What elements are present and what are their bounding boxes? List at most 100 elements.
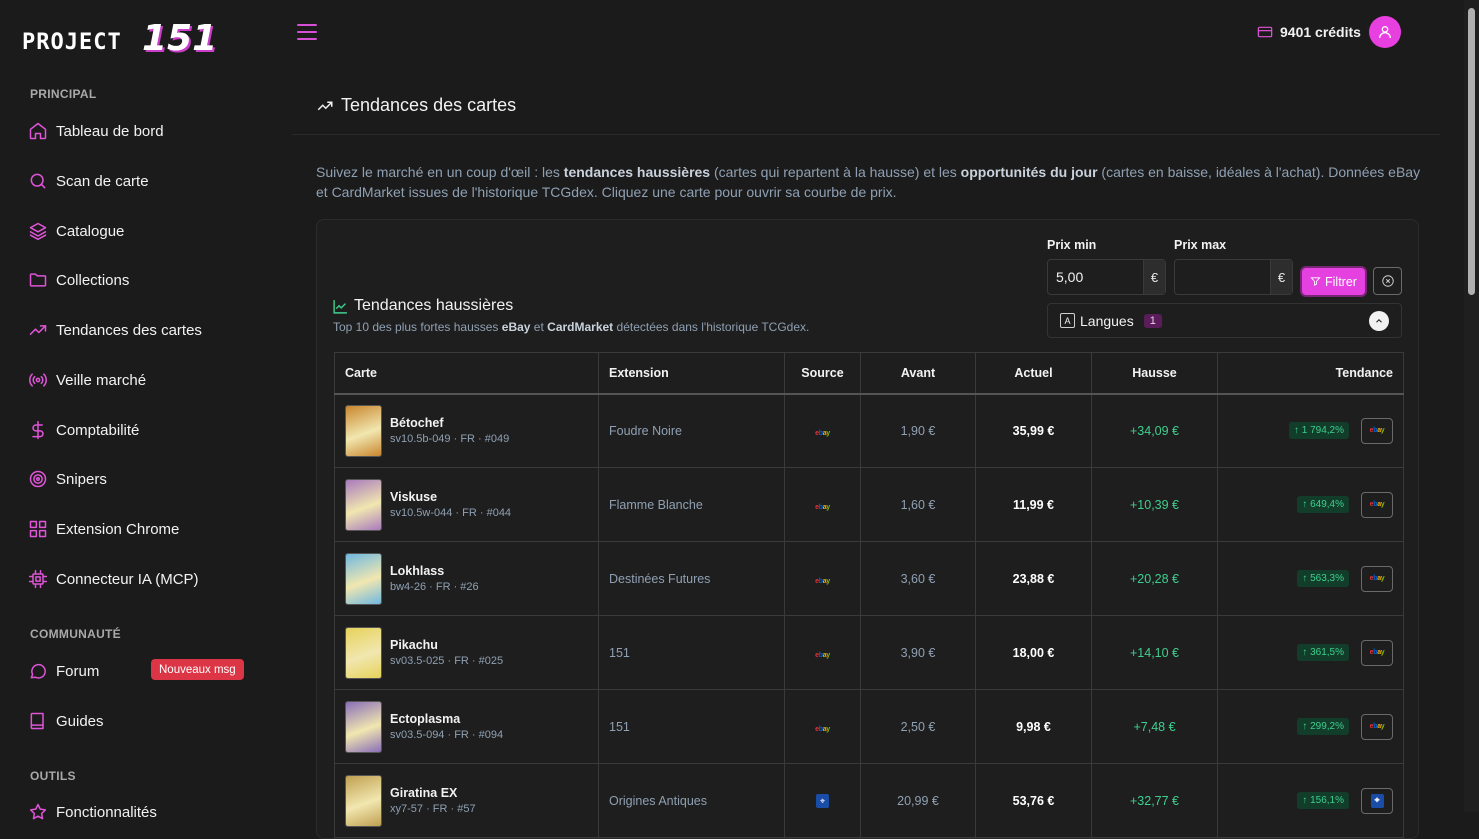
- source-link-button[interactable]: ebay: [1361, 713, 1393, 740]
- source-link-button[interactable]: ⌖: [1361, 787, 1393, 814]
- cell-card[interactable]: Bétochef sv10.5b-049 · FR · #049: [334, 393, 599, 468]
- sidebar-item-accounting[interactable]: Comptabilité: [28, 418, 139, 442]
- cell-hausse: +20,28 €: [1091, 541, 1218, 616]
- sidebar-item-market-watch[interactable]: Veille marché: [28, 368, 146, 392]
- header-avant[interactable]: Avant: [860, 352, 976, 395]
- cell-tendance: ↑ 1 794,2% ebay: [1217, 393, 1404, 468]
- table-row[interactable]: Viskuse sv10.5w-044 · FR · #044 Flamme Bla…: [334, 467, 1404, 542]
- target-icon: [29, 470, 47, 488]
- scrollbar-track[interactable]: [1464, 0, 1479, 812]
- filter-icon: [1310, 277, 1321, 286]
- card-thumbnail: [345, 626, 382, 679]
- logo[interactable]: PROJECT 151: [22, 16, 252, 64]
- header-tendance[interactable]: Tendance: [1217, 352, 1404, 395]
- sidebar-item-label: Tableau de bord: [56, 122, 164, 140]
- clear-filters-button[interactable]: [1373, 267, 1402, 295]
- trend-percent-badge: ↑ 361,5%: [1297, 644, 1349, 661]
- card-name: Pikachu: [390, 638, 438, 652]
- sidebar-item-catalogue[interactable]: Catalogue: [28, 219, 124, 243]
- ebay-logo: ebay: [1369, 575, 1385, 582]
- search-icon: [30, 173, 46, 189]
- cell-actuel: 23,88 €: [975, 541, 1092, 616]
- currency-addon: €: [1270, 260, 1292, 294]
- book-icon: [30, 712, 44, 730]
- sidebar-item-features[interactable]: Fonctionnalités: [28, 800, 157, 824]
- header-actuel[interactable]: Actuel: [975, 352, 1092, 395]
- divider: [292, 134, 1440, 135]
- ebay-logo: ebay: [1369, 723, 1385, 730]
- table-row[interactable]: Lokhlass bw4-26 · FR · #26 Destinées Futur…: [334, 541, 1404, 616]
- max-price-label: Prix max: [1174, 238, 1227, 252]
- sidebar-item-label: Forum: [56, 662, 100, 680]
- sidebar-item-scan[interactable]: Scan de carte: [28, 169, 149, 193]
- menu-toggle-icon[interactable]: [297, 24, 317, 42]
- min-price-field[interactable]: 5,00 €: [1047, 259, 1166, 295]
- sidebar-item-collections[interactable]: Collections: [28, 268, 129, 292]
- table-row[interactable]: Ectoplasma sv03.5-094 · FR · #094 151 ebay 2…: [334, 689, 1404, 764]
- min-price-value[interactable]: 5,00: [1048, 260, 1143, 294]
- header-hausse[interactable]: Hausse: [1091, 352, 1218, 395]
- sidebar-item-guides[interactable]: Guides: [28, 709, 104, 733]
- cell-hausse: +14,10 €: [1091, 615, 1218, 690]
- cell-tendance: ↑ 649,4% ebay: [1217, 467, 1404, 542]
- chevron-up-icon[interactable]: [1369, 311, 1389, 331]
- header-carte[interactable]: Carte: [334, 352, 599, 395]
- sidebar-item-snipers[interactable]: Snipers: [28, 467, 107, 491]
- cell-extension: Origines Antiques: [598, 763, 785, 838]
- folder-icon: [29, 273, 47, 287]
- scrollbar-thumb[interactable]: [1468, 8, 1475, 295]
- sidebar-item-chrome-extension[interactable]: Extension Chrome: [28, 517, 179, 541]
- section-community: COMMUNAUTÉ: [30, 627, 121, 641]
- credits-display[interactable]: 9401 crédits: [1257, 22, 1361, 42]
- ebay-logo: ebay: [1369, 427, 1385, 435]
- source-link-button[interactable]: ebay: [1361, 417, 1393, 444]
- cell-hausse: +34,09 €: [1091, 393, 1218, 468]
- source-link-button[interactable]: ebay: [1361, 639, 1393, 666]
- card-name: Giratina EX: [390, 786, 458, 800]
- max-price-value[interactable]: [1175, 260, 1270, 294]
- source-link-button[interactable]: ebay: [1361, 491, 1393, 518]
- table-row[interactable]: Pikachu sv03.5-025 · FR · #025 151 ebay 3,90…: [334, 615, 1404, 690]
- cell-avant: 3,90 €: [860, 615, 976, 690]
- max-price-field[interactable]: €: [1174, 259, 1293, 295]
- avatar[interactable]: [1369, 16, 1401, 48]
- filter-button[interactable]: Filtrer: [1302, 268, 1365, 295]
- home-icon: [29, 122, 47, 140]
- cell-extension: 151: [598, 615, 785, 690]
- sidebar-item-trends[interactable]: Tendances des cartes: [28, 318, 202, 342]
- logo-number: 151: [142, 18, 218, 59]
- cell-avant: 1,60 €: [860, 467, 976, 542]
- cell-card[interactable]: Giratina EX xy7-57 · FR · #57: [334, 763, 599, 838]
- trending-up-icon: [29, 325, 47, 335]
- table-row[interactable]: Bétochef sv10.5b-049 · FR · #049 Foudre No…: [334, 393, 1404, 468]
- cell-tendance: ↑ 563,3% ebay: [1217, 541, 1404, 616]
- sidebar-item-label: Guides: [56, 712, 104, 730]
- cell-actuel: 18,00 €: [975, 615, 1092, 690]
- ebay-logo: ebay: [815, 651, 830, 659]
- cell-card[interactable]: Lokhlass bw4-26 · FR · #26: [334, 541, 599, 616]
- languages-dropdown[interactable]: A Langues 1: [1047, 303, 1402, 338]
- sidebar-item-forum[interactable]: Forum: [28, 659, 99, 683]
- card-meta: bw4-26 · FR · #26: [390, 581, 479, 593]
- table-row[interactable]: Giratina EX xy7-57 · FR · #57 Origines Ant…: [334, 763, 1404, 838]
- star-icon: [29, 803, 47, 820]
- cell-card[interactable]: Ectoplasma sv03.5-094 · FR · #094: [334, 689, 599, 764]
- sidebar-item-label: Extension Chrome: [56, 520, 180, 538]
- chat-icon: [30, 663, 46, 679]
- sidebar-item-dashboard[interactable]: Tableau de bord: [28, 119, 164, 143]
- section-principal: PRINCIPAL: [30, 87, 97, 101]
- header-extension[interactable]: Extension: [598, 352, 785, 395]
- header-source[interactable]: Source: [784, 352, 861, 395]
- section-subtitle: Top 10 des plus fortes hausses eBay et C…: [333, 320, 810, 334]
- sidebar-item-label: Tendances des cartes: [56, 321, 202, 339]
- cell-card[interactable]: Pikachu sv03.5-025 · FR · #025: [334, 615, 599, 690]
- ebay-logo: ebay: [815, 577, 830, 585]
- sidebar-item-ai-connector[interactable]: Connecteur IA (MCP): [28, 567, 199, 591]
- sidebar-item-label: Veille marché: [56, 371, 147, 389]
- cardmarket-logo: ⌖: [816, 794, 829, 809]
- cell-hausse: +10,39 €: [1091, 467, 1218, 542]
- cell-actuel: 11,99 €: [975, 467, 1092, 542]
- cell-card[interactable]: Viskuse sv10.5w-044 · FR · #044: [334, 467, 599, 542]
- source-link-button[interactable]: ebay: [1361, 565, 1393, 592]
- cardmarket-logo: ⌖: [1370, 793, 1384, 808]
